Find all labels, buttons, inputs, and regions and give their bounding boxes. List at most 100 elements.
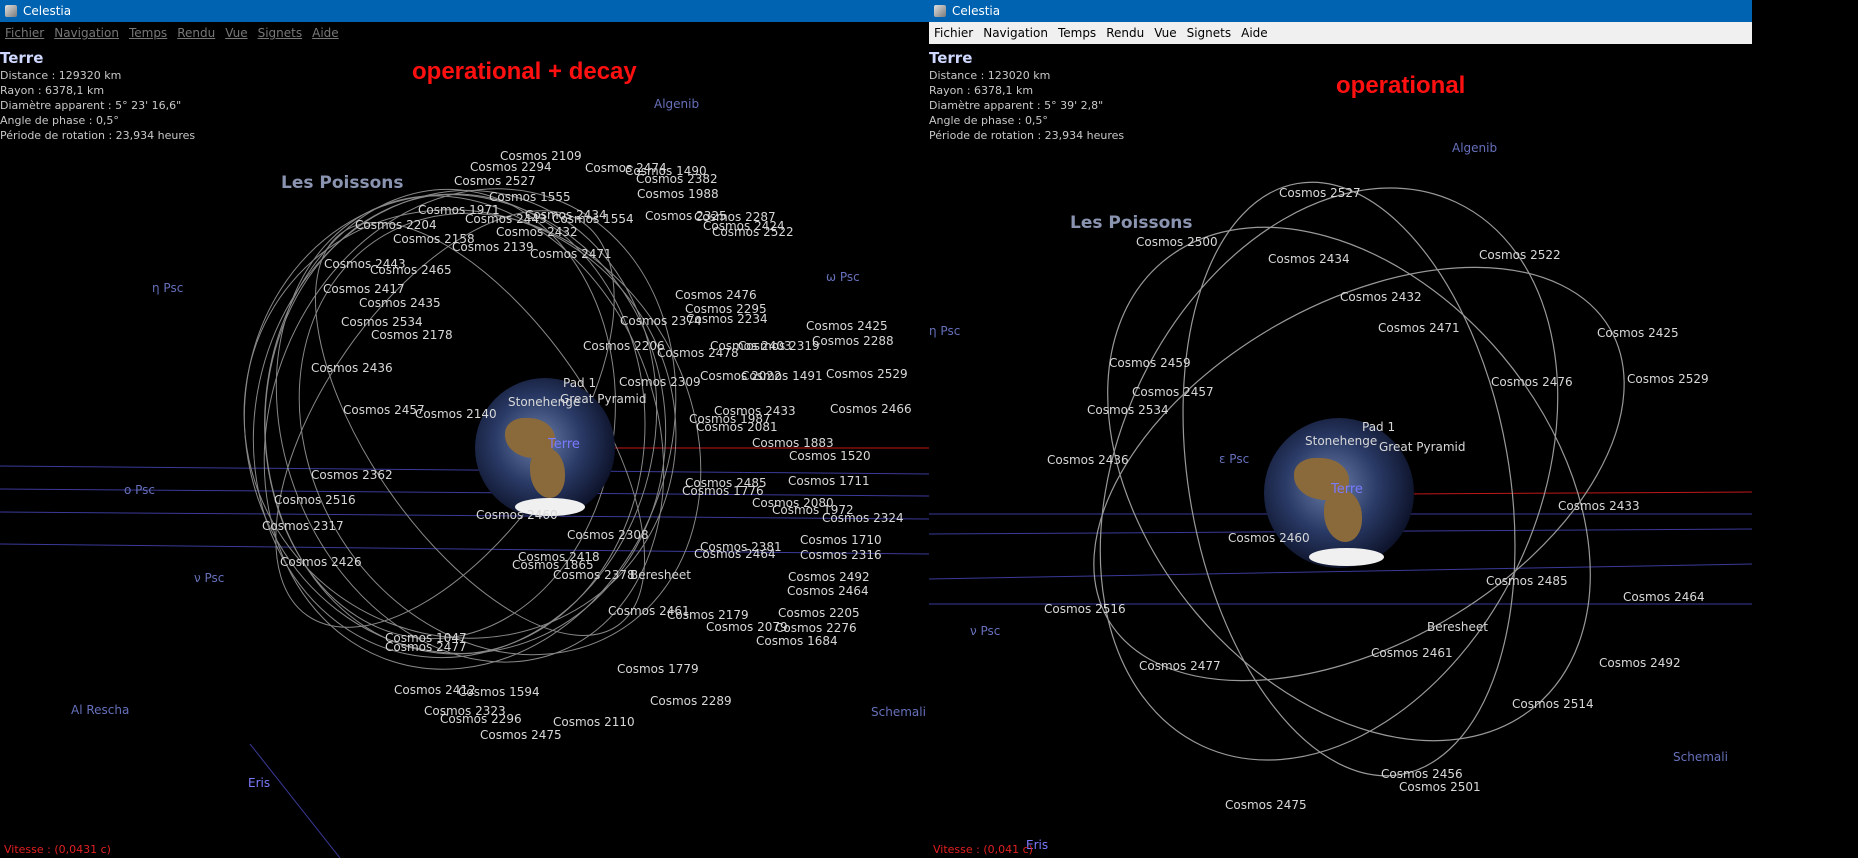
satellite-label[interactable]: Cosmos 2461 xyxy=(1371,646,1453,660)
satellite-label[interactable]: Cosmos 2501 xyxy=(1399,780,1481,794)
satellite-label[interactable]: Cosmos 2432 xyxy=(1340,290,1422,304)
satellite-label[interactable]: Cosmos 2289 xyxy=(650,694,732,708)
satellite-label[interactable]: Cosmos 2206 xyxy=(583,339,665,353)
satellite-label[interactable]: Cosmos 2475 xyxy=(480,728,562,742)
satellite-label[interactable]: Cosmos 1520 xyxy=(789,449,871,463)
satellite-label[interactable]: Cosmos 2457 xyxy=(343,403,425,417)
satellite-label[interactable]: Pad 1 xyxy=(563,376,596,390)
satellite-label[interactable]: Cosmos 2316 xyxy=(800,548,882,562)
menu-aide[interactable]: Aide xyxy=(307,22,344,44)
satellite-label[interactable]: Cosmos 2500 xyxy=(1136,235,1218,249)
satellite-label[interactable]: Cosmos 2432 xyxy=(496,225,578,239)
satellite-label[interactable]: Cosmos 2456 xyxy=(1381,767,1463,781)
satellite-label[interactable]: Cosmos 2534 xyxy=(1087,403,1169,417)
satellite-label[interactable]: Cosmos 2436 xyxy=(1047,453,1129,467)
satellite-label[interactable]: Cosmos 2178 xyxy=(371,328,453,342)
satellite-label[interactable]: Cosmos 2516 xyxy=(274,493,356,507)
satellite-label[interactable]: Cosmos 2378 xyxy=(553,568,635,582)
satellite-label[interactable]: Cosmos 2466 xyxy=(830,402,912,416)
satellite-label[interactable]: Pad 1 xyxy=(1362,420,1395,434)
satellite-label[interactable]: Cosmos 2477 xyxy=(1139,659,1221,673)
satellite-label[interactable]: Cosmos 2433 xyxy=(1558,499,1640,513)
satellite-label[interactable]: Cosmos 1554 xyxy=(552,212,634,226)
menu-signets[interactable]: Signets xyxy=(253,22,308,44)
satellite-label[interactable]: Great Pyramid xyxy=(560,392,647,406)
satellite-label[interactable]: Cosmos 2362 xyxy=(311,468,393,482)
satellite-label[interactable]: Cosmos 2081 xyxy=(696,420,778,434)
satellite-label[interactable]: Cosmos 2471 xyxy=(1378,321,1460,335)
satellite-label[interactable]: Cosmos 2294 xyxy=(470,160,552,174)
menu-fichier[interactable]: Fichier xyxy=(0,22,49,44)
satellite-label[interactable]: Cosmos 2522 xyxy=(1479,248,1561,262)
satellite-label[interactable]: Cosmos 2476 xyxy=(1491,375,1573,389)
menu-rendu[interactable]: Rendu xyxy=(172,22,220,44)
menu-signets[interactable]: Signets xyxy=(1182,22,1237,44)
satellite-label[interactable]: Cosmos 2139 xyxy=(452,240,534,254)
satellite-label[interactable]: Cosmos 2319 xyxy=(738,339,820,353)
satellite-label[interactable]: Cosmos 2534 xyxy=(341,315,423,329)
menu-vue[interactable]: Vue xyxy=(1149,22,1181,44)
satellite-label[interactable]: Cosmos 2204 xyxy=(355,218,437,232)
satellite-label[interactable]: Cosmos 2443 xyxy=(465,212,547,226)
satellite-label[interactable]: Cosmos 1710 xyxy=(800,533,882,547)
menu-aide[interactable]: Aide xyxy=(1236,22,1273,44)
satellite-label[interactable]: Great Pyramid xyxy=(1379,440,1466,454)
satellite-label[interactable]: Cosmos 2205 xyxy=(778,606,860,620)
satellite-label[interactable]: Cosmos 2234 xyxy=(686,312,768,326)
satellite-label[interactable]: Cosmos 2425 xyxy=(1597,326,1679,340)
satellite-label[interactable]: Cosmos 2476 xyxy=(675,288,757,302)
left-titlebar[interactable]: Celestia xyxy=(0,0,929,22)
satellite-label[interactable]: Cosmos 2382 xyxy=(636,172,718,186)
menu-fichier[interactable]: Fichier xyxy=(929,22,978,44)
satellite-label[interactable]: Cosmos 2426 xyxy=(280,555,362,569)
satellite-label[interactable]: Cosmos 2460 xyxy=(1228,531,1310,545)
satellite-label[interactable]: Cosmos 2276 xyxy=(775,621,857,635)
satellite-label[interactable]: Cosmos 1491 xyxy=(741,369,823,383)
satellite-label[interactable]: Cosmos 2110 xyxy=(553,715,635,729)
menu-temps[interactable]: Temps xyxy=(1053,22,1101,44)
satellite-label[interactable]: Cosmos 2475 xyxy=(1225,798,1307,812)
satellite-label[interactable]: Cosmos 2436 xyxy=(311,361,393,375)
right-titlebar[interactable]: Celestia xyxy=(929,0,1752,22)
satellite-label[interactable]: Cosmos 2425 xyxy=(806,319,888,333)
menu-navigation[interactable]: Navigation xyxy=(978,22,1053,44)
satellite-label[interactable]: Cosmos 2527 xyxy=(1279,186,1361,200)
satellite-label[interactable]: Cosmos 2324 xyxy=(822,511,904,525)
satellite-label[interactable]: Cosmos 2317 xyxy=(262,519,344,533)
menu-temps[interactable]: Temps xyxy=(124,22,172,44)
satellite-label[interactable]: Cosmos 2465 xyxy=(370,263,452,277)
satellite-label[interactable]: Cosmos 2288 xyxy=(812,334,894,348)
satellite-label[interactable]: Cosmos 2514 xyxy=(1512,697,1594,711)
satellite-label[interactable]: Cosmos 2529 xyxy=(1627,372,1709,386)
satellite-label[interactable]: Cosmos 2485 xyxy=(1486,574,1568,588)
satellite-label[interactable]: Cosmos 1883 xyxy=(752,436,834,450)
satellite-label[interactable]: Cosmos 1555 xyxy=(489,190,571,204)
menu-vue[interactable]: Vue xyxy=(220,22,252,44)
satellite-label[interactable]: Cosmos 2296 xyxy=(440,712,522,726)
satellite-label[interactable]: Cosmos 1779 xyxy=(617,662,699,676)
satellite-label[interactable]: Beresheet xyxy=(1427,620,1488,634)
menu-rendu[interactable]: Rendu xyxy=(1101,22,1149,44)
satellite-label[interactable]: Cosmos 2435 xyxy=(359,296,441,310)
satellite-label[interactable]: Cosmos 2434 xyxy=(1268,252,1350,266)
satellite-label[interactable]: Cosmos 2417 xyxy=(323,282,405,296)
satellite-label[interactable]: Cosmos 2492 xyxy=(788,570,870,584)
satellite-label[interactable]: Cosmos 2492 xyxy=(1599,656,1681,670)
satellite-label[interactable]: Cosmos 2457 xyxy=(1132,385,1214,399)
satellite-label[interactable]: Cosmos 1711 xyxy=(788,474,870,488)
satellite-label[interactable]: Cosmos 2464 xyxy=(694,547,776,561)
satellite-label[interactable]: Cosmos 2522 xyxy=(712,225,794,239)
satellite-label[interactable]: Cosmos 2140 xyxy=(415,407,497,421)
satellite-label[interactable]: Cosmos 2412 xyxy=(394,683,476,697)
satellite-label[interactable]: Cosmos 2516 xyxy=(1044,602,1126,616)
satellite-label[interactable]: Cosmos 2464 xyxy=(787,584,869,598)
satellite-label[interactable]: Cosmos 2527 xyxy=(454,174,536,188)
satellite-label[interactable]: Cosmos 2529 xyxy=(826,367,908,381)
satellite-label[interactable]: Cosmos 2471 xyxy=(530,247,612,261)
satellite-label[interactable]: Cosmos 1988 xyxy=(637,187,719,201)
satellite-label[interactable]: Cosmos 1684 xyxy=(756,634,838,648)
satellite-label[interactable]: Cosmos 2460 xyxy=(476,508,558,522)
satellite-label[interactable]: Cosmos 2477 xyxy=(385,640,467,654)
menu-navigation[interactable]: Navigation xyxy=(49,22,124,44)
satellite-label[interactable]: Cosmos 2309 xyxy=(619,375,701,389)
